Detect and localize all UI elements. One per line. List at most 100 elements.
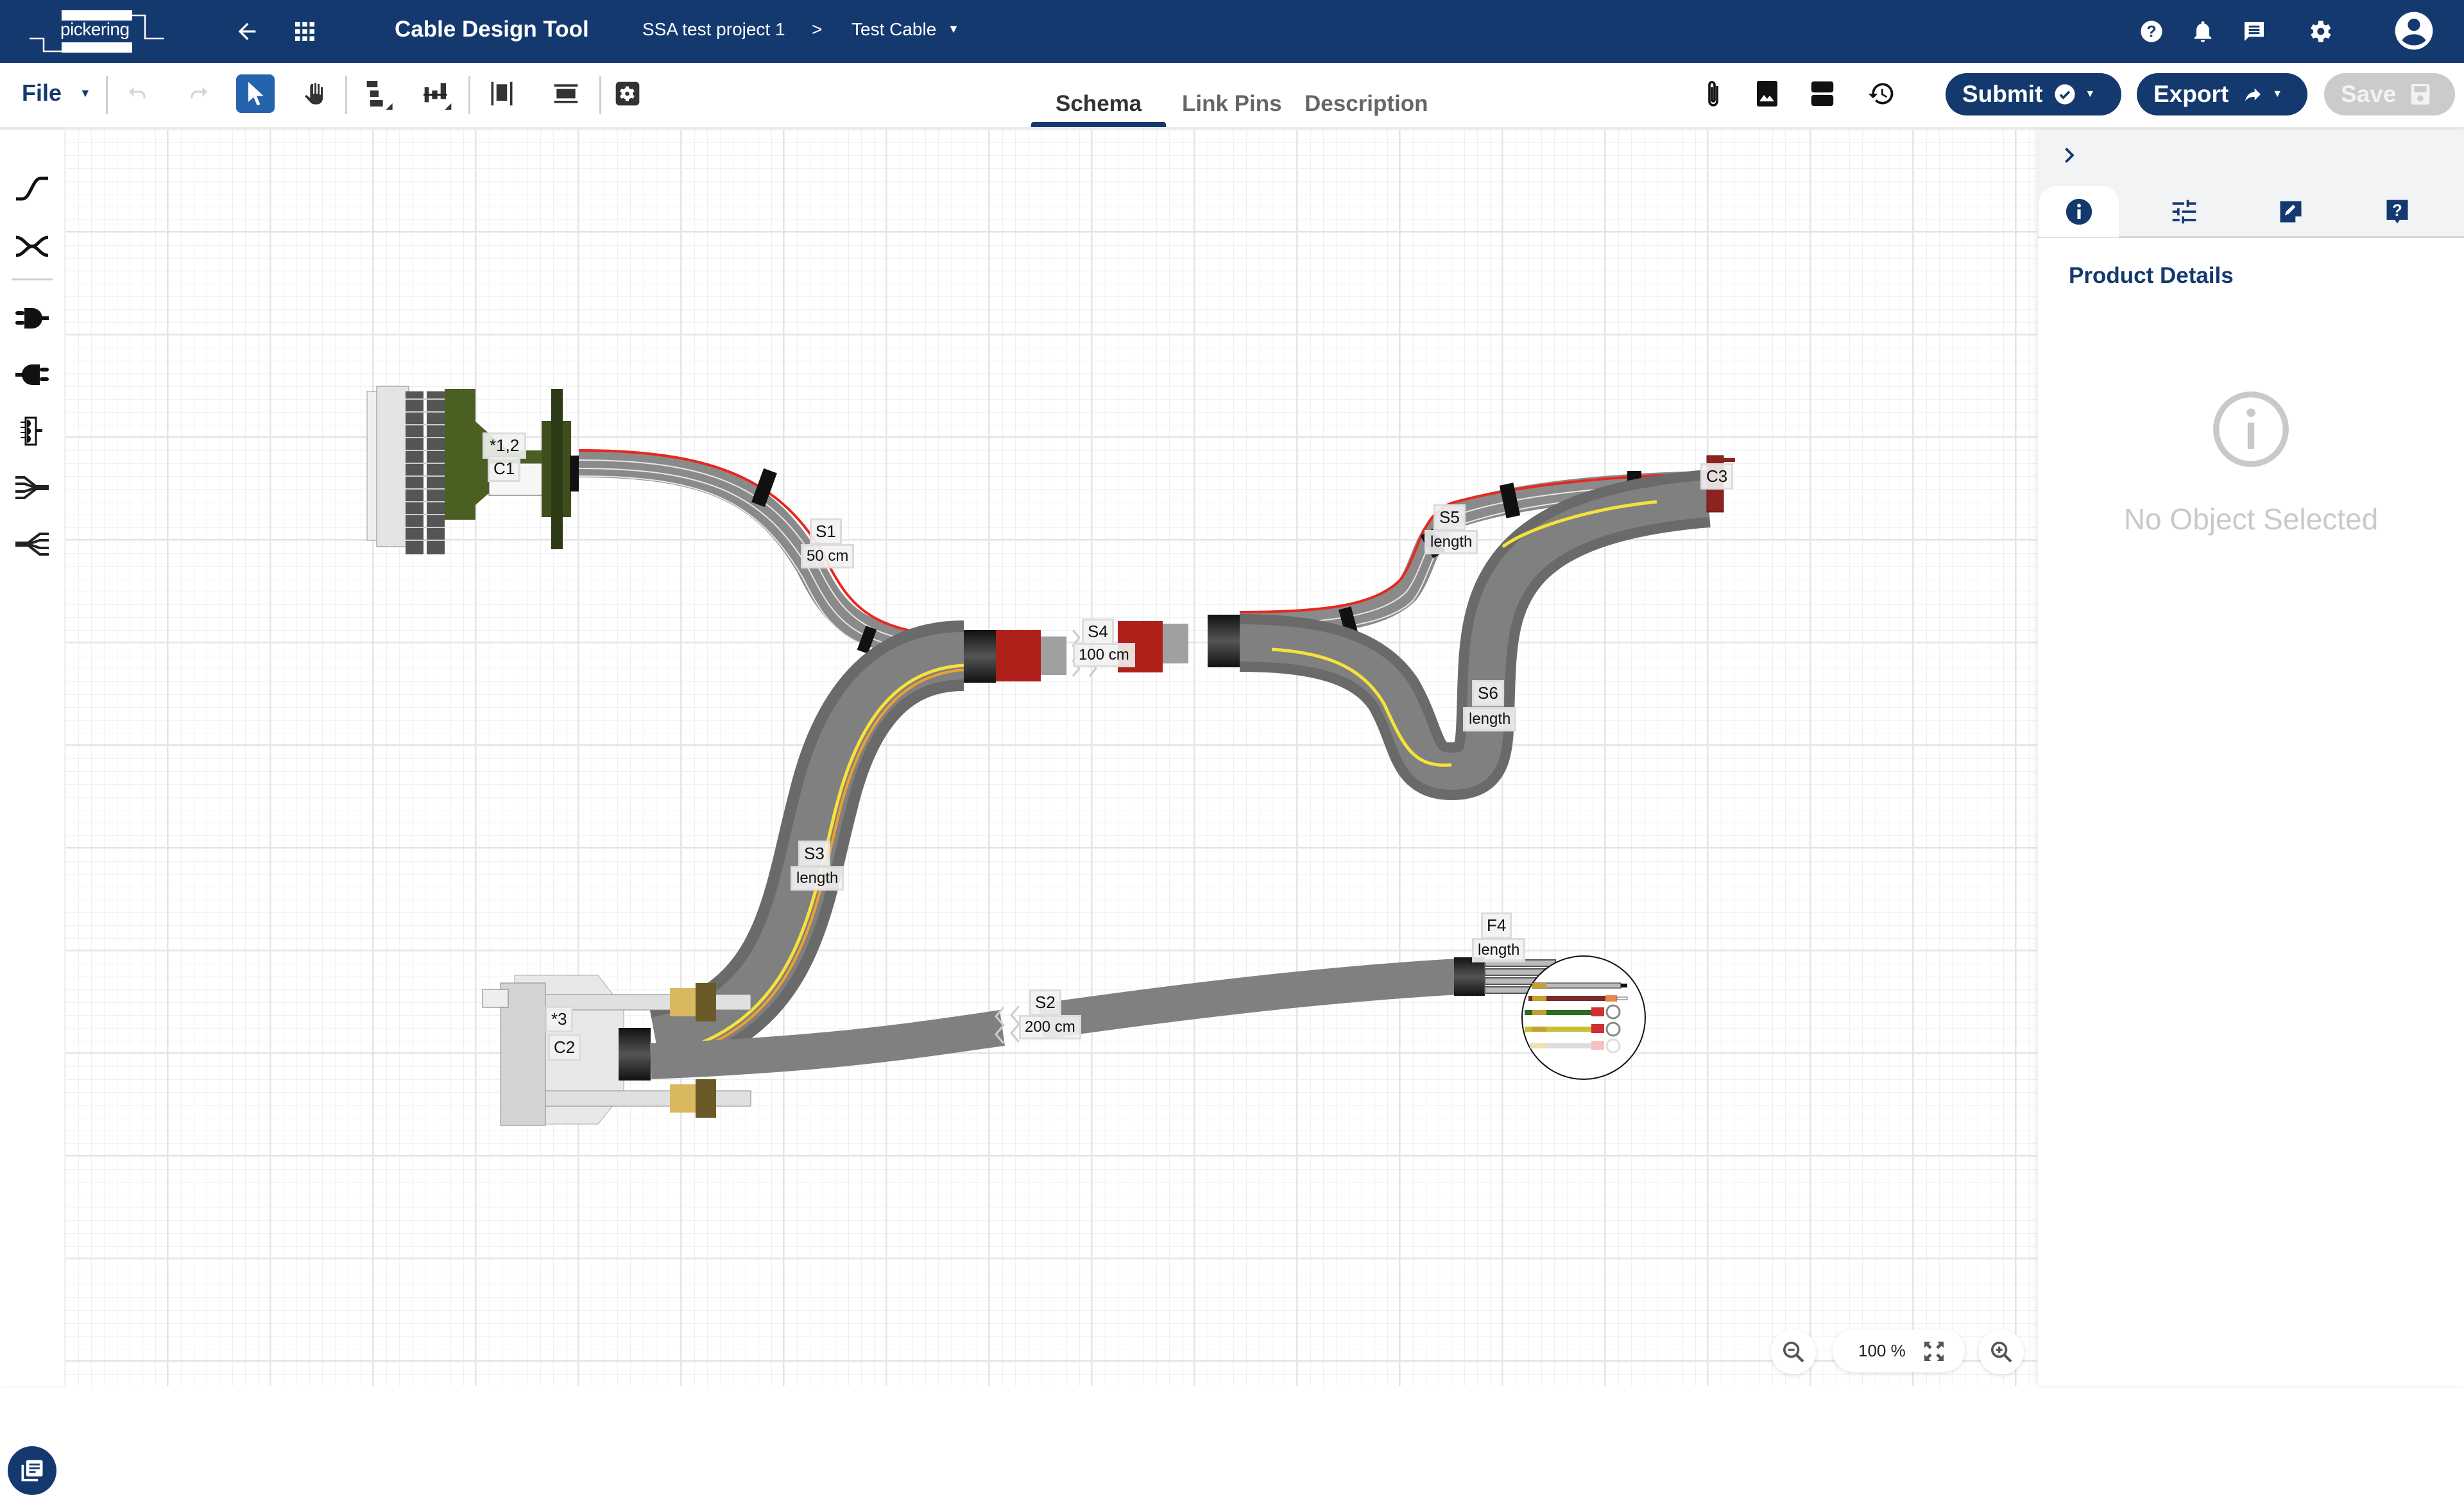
align-horizontal-center-button[interactable] (483, 74, 521, 113)
export-button[interactable]: Export ▼ (2137, 73, 2307, 115)
svg-text:?: ? (2392, 201, 2402, 219)
connector-c2-label[interactable]: C2 (548, 1034, 581, 1061)
segment-s2-length[interactable]: 200 cm (1019, 1015, 1081, 1039)
history-button[interactable] (1862, 74, 1901, 113)
distribute-horizontal-button[interactable] (417, 74, 456, 113)
toolbar-divider (106, 76, 108, 114)
help-bubble-icon: ? (2386, 200, 2408, 224)
app-title: Cable Design Tool (395, 17, 589, 42)
terminal-block-icon[interactable] (12, 411, 53, 452)
image-button[interactable] (1748, 74, 1786, 113)
panel-tab-info[interactable] (2039, 186, 2119, 237)
rail-divider (12, 278, 53, 280)
zoom-in-button[interactable] (1979, 1329, 2024, 1374)
schema-canvas[interactable]: *1,2 C1 *3 C2 C3 S1 50 cm S2 200 cm S3 l… (65, 130, 2037, 1386)
save-label: Save (2341, 81, 2397, 107)
canvas-settings-button[interactable] (608, 74, 647, 113)
bell-icon[interactable] (2187, 15, 2219, 47)
edit-note-icon (2280, 201, 2302, 223)
tab-schema[interactable]: Schema (1056, 91, 1142, 117)
segment-s4-label[interactable]: S4 (1082, 619, 1114, 645)
panel-tab-properties[interactable] (2144, 186, 2224, 237)
floppy-disk-icon (2411, 84, 2430, 105)
female-connector-icon[interactable] (12, 354, 53, 395)
panel-tab-help[interactable]: ? (2357, 186, 2437, 237)
redo-button[interactable] (178, 74, 217, 113)
attachment-button[interactable] (1694, 74, 1733, 113)
breadcrumb-separator: > (812, 19, 823, 39)
submit-button[interactable]: Submit ▼ (1946, 73, 2121, 115)
segment-s3-length[interactable]: length (791, 866, 844, 891)
top-bar: pickering Cable Design Tool SSA test pro… (0, 0, 2464, 63)
layout-button[interactable] (1803, 74, 1842, 113)
toolbar-divider (345, 76, 347, 114)
segment-s4-length[interactable]: 100 cm (1073, 643, 1135, 667)
segment-s2-label[interactable]: S2 (1029, 989, 1061, 1016)
back-arrow-icon[interactable] (231, 15, 263, 47)
tab-description[interactable]: Description (1305, 91, 1428, 117)
file-menu-label: File (22, 80, 62, 106)
info-icon (2066, 198, 2092, 225)
properties-panel: ? Product Details No Object Selected (2038, 130, 2464, 1386)
zoom-level-control: 100 % (1833, 1329, 1965, 1372)
apps-grid-icon[interactable] (289, 15, 321, 47)
select-tool-button[interactable] (236, 74, 275, 113)
collapse-panel-chevron-icon[interactable] (2057, 144, 2080, 167)
toolbar: File ▼ Schema Link Pins Description Subm… (0, 63, 2464, 130)
left-tool-rail (0, 130, 64, 1495)
segment-s5-length[interactable]: length (1425, 530, 1478, 554)
panel-header: ? (2038, 130, 2464, 238)
logo-text: pickering (60, 19, 130, 39)
segment-s1-length[interactable]: 50 cm (801, 544, 855, 568)
breadcrumb-cable[interactable]: Test Cable ▼ (851, 19, 959, 40)
breakout-split-icon[interactable] (12, 524, 53, 565)
active-tab-indicator (1031, 122, 1166, 127)
pan-tool-button[interactable] (295, 74, 334, 113)
fit-to-screen-button[interactable] (1921, 1338, 1947, 1364)
chat-icon[interactable] (2238, 15, 2270, 47)
segment-s5-label[interactable]: S5 (1433, 504, 1466, 531)
segment-s1-label[interactable]: S1 (810, 518, 842, 545)
undo-button[interactable] (119, 74, 158, 113)
chevron-down-icon: ▼ (2272, 89, 2283, 99)
cable-diagram (366, 386, 1735, 1126)
tab-link-pins[interactable]: Link Pins (1182, 91, 1282, 117)
segment-s6-label[interactable]: S6 (1472, 680, 1504, 706)
chevron-down-icon: ▼ (948, 22, 959, 35)
align-vertical-center-button[interactable] (547, 74, 585, 113)
pickering-logo[interactable]: pickering (30, 9, 171, 53)
help-icon[interactable]: ? (2135, 15, 2168, 47)
submit-label: Submit (1962, 81, 2043, 107)
breakout-merge-icon[interactable] (12, 467, 53, 508)
settings-gear-icon[interactable] (2304, 15, 2336, 47)
zoom-out-button[interactable] (1771, 1329, 1816, 1374)
check-circle-icon (2055, 84, 2075, 105)
panel-title: Product Details (2069, 263, 2234, 288)
segment-s3-label[interactable]: S3 (798, 841, 830, 867)
cable-tool-icon[interactable] (12, 168, 53, 209)
segment-s6-length[interactable]: length (1463, 707, 1517, 731)
breadcrumb-cable-label: Test Cable (851, 19, 937, 39)
connector-c1-label[interactable]: C1 (488, 456, 521, 482)
breadcrumb-project[interactable]: SSA test project 1 (642, 19, 785, 40)
fanout-f4-detail[interactable] (1521, 955, 1646, 1080)
connector-c1-graphic[interactable] (366, 386, 579, 554)
male-connector-icon[interactable] (12, 298, 53, 339)
distribute-vertical-button[interactable] (359, 74, 398, 113)
export-label: Export (2153, 81, 2229, 107)
chevron-down-icon: ▼ (80, 87, 91, 99)
account-icon[interactable] (2393, 10, 2434, 51)
panel-tab-notes[interactable] (2251, 186, 2331, 237)
toolbar-divider (468, 76, 470, 114)
fanout-f4-length[interactable]: length (1472, 938, 1526, 962)
twist-tool-icon[interactable] (12, 226, 53, 267)
connector-c1-note[interactable]: *1,2 (483, 432, 527, 459)
chevron-down-icon: ▼ (2085, 89, 2096, 99)
connector-c3-label[interactable]: C3 (1700, 463, 1734, 490)
fanout-f4-label[interactable]: F4 (1481, 912, 1512, 939)
connector-c2-note[interactable]: *3 (545, 1006, 573, 1032)
file-menu-button[interactable]: File ▼ (22, 80, 91, 107)
notes-button[interactable] (8, 1446, 56, 1495)
toolbar-divider (599, 76, 601, 114)
save-button[interactable]: Save (2324, 73, 2455, 115)
